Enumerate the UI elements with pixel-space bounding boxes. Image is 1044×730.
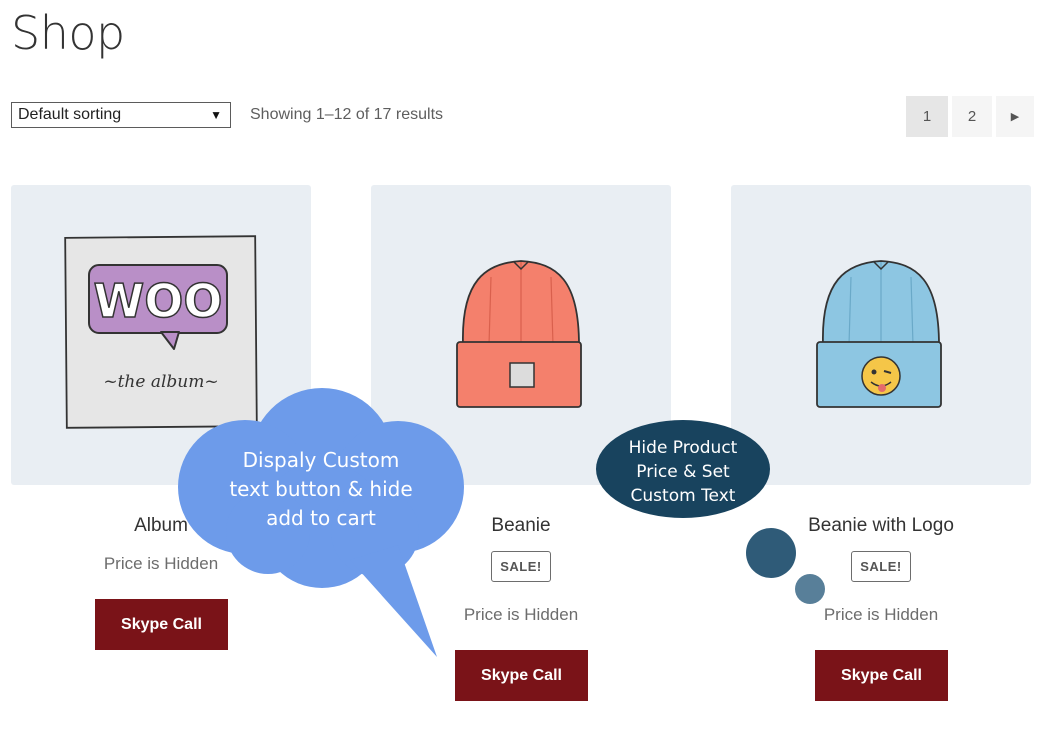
woo-logo-text: WOO	[94, 274, 223, 328]
product-price: Price is Hidden	[463, 605, 579, 624]
product-card-album: WOO ~the album~ Album Price is Hidden Sk…	[11, 185, 311, 650]
sorting-value: Default sorting	[18, 106, 122, 123]
page-title: Shop	[11, 6, 125, 60]
page-1-button[interactable]: 1	[906, 96, 948, 137]
skype-call-button[interactable]: Skype Call	[455, 650, 588, 701]
sorting-select[interactable]: Default sorting ▼	[11, 102, 231, 128]
dropdown-caret-icon: ▼	[210, 108, 222, 122]
product-price: Price is Hidden	[103, 554, 219, 573]
product-image-beanie-with-logo[interactable]	[731, 185, 1031, 485]
thought-callout-text: Hide Product Price & Set Custom Text	[628, 438, 738, 506]
sale-badge: SALE!	[851, 551, 911, 582]
page-2-button[interactable]: 2	[952, 96, 992, 137]
result-count: Showing 1–12 of 17 results	[250, 106, 444, 123]
product-title[interactable]: Beanie with Logo	[731, 515, 1031, 537]
pagination: 1 2 ▶	[906, 96, 1034, 137]
album-text: ~the album~	[103, 372, 218, 392]
product-image-album[interactable]: WOO ~the album~	[11, 185, 311, 485]
thought-bubble-small-dot	[795, 574, 825, 604]
skype-call-button[interactable]: Skype Call	[95, 599, 228, 650]
sale-badge: SALE!	[491, 551, 551, 582]
next-page-button[interactable]: ▶	[996, 96, 1034, 137]
caret-right-icon: ▶	[1010, 111, 1020, 123]
cloud-callout-text: Dispaly Custom text button & hide add to…	[229, 448, 413, 530]
product-card-beanie-with-logo: Beanie with Logo SALE! Price is Hidden S…	[731, 185, 1031, 701]
skype-call-button[interactable]: Skype Call	[815, 650, 948, 701]
product-title[interactable]: Beanie	[371, 515, 671, 537]
product-price: Price is Hidden	[823, 605, 939, 624]
